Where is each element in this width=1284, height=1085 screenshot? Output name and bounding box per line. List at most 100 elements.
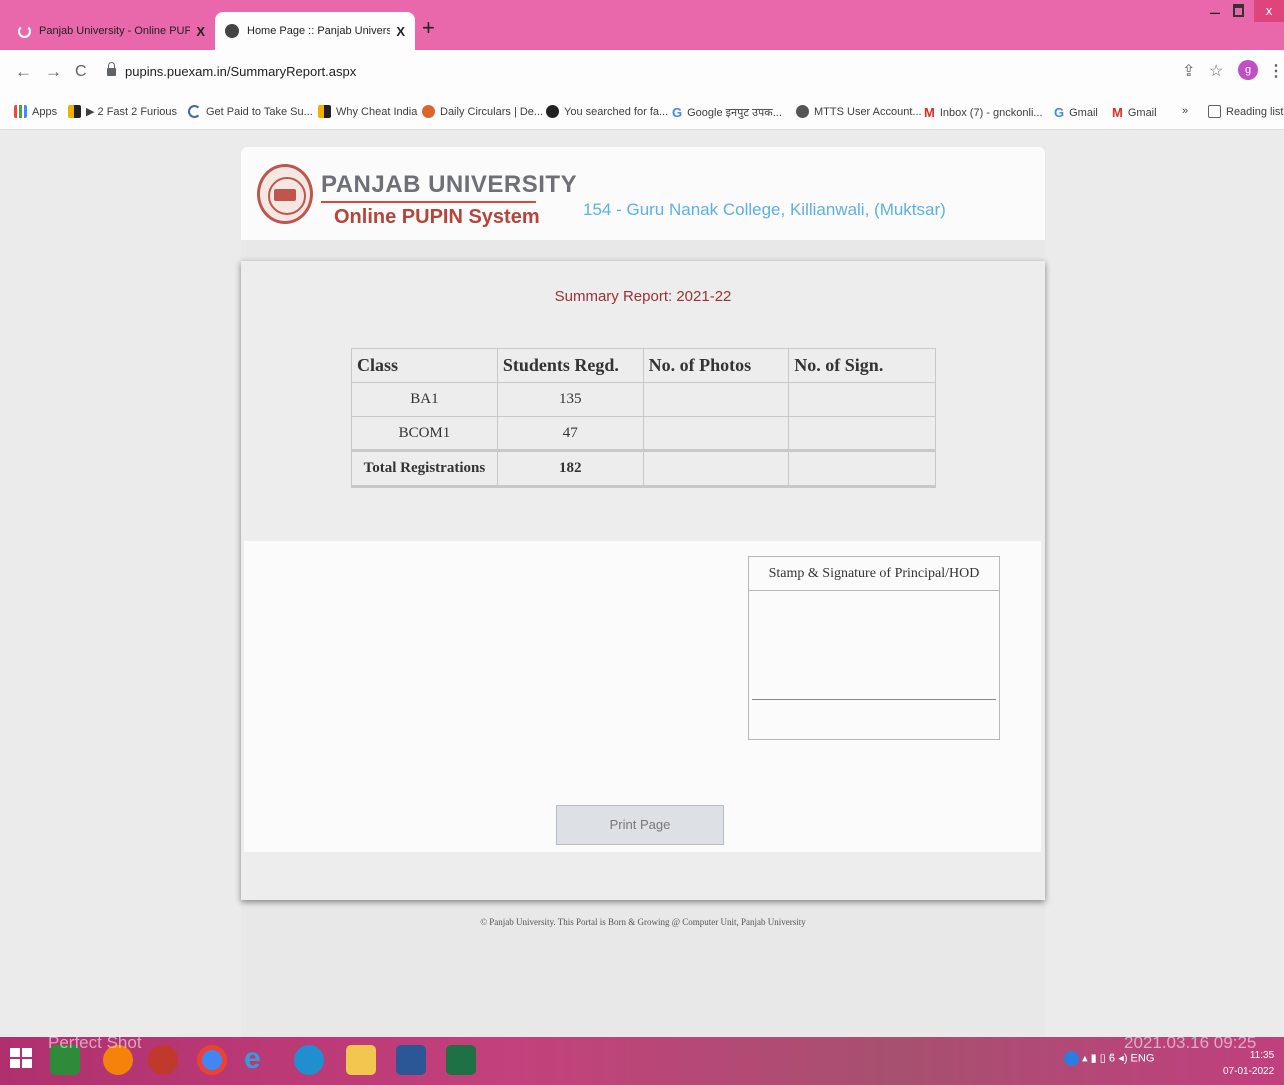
total-students: 182 — [496, 449, 644, 488]
bookmark-get-paid[interactable]: Get Paid to Take Su... — [188, 105, 313, 118]
bookmark-label: Google इनपुट उपक... — [687, 107, 782, 119]
excel-icon[interactable] — [446, 1045, 476, 1075]
help-icon[interactable] — [1064, 1051, 1079, 1066]
total-photos — [642, 449, 790, 488]
cell-students: 47 — [496, 416, 644, 451]
bookmark-gmail-m[interactable]: M Gmail — [1112, 105, 1157, 120]
gmail-icon: M — [1112, 105, 1123, 120]
address-bar-row: ← → C pupins.puexam.in/SummaryReport.asp… — [0, 50, 1284, 96]
bookmark-label: ▶ 2 Fast 2 Furious — [86, 106, 177, 118]
profile-avatar[interactable]: g — [1238, 60, 1258, 80]
close-window-button[interactable]: x — [1254, 0, 1284, 22]
maximize-button[interactable] — [1233, 4, 1244, 17]
download-app-icon[interactable] — [148, 1045, 178, 1075]
bookmark-apps[interactable]: Apps — [14, 105, 57, 118]
globe-icon — [225, 24, 239, 38]
brand-title: PANJAB UNIVERSITY — [321, 171, 578, 198]
google-icon: G — [1054, 105, 1065, 120]
loading-spinner-icon — [18, 24, 31, 38]
bookmark-label: MTTS User Account... — [814, 105, 922, 118]
panjab-university-logo-icon — [257, 164, 313, 224]
table-row: BA1 135 — [351, 382, 936, 417]
forward-button[interactable]: → — [45, 62, 62, 82]
site-icon — [422, 105, 435, 118]
total-row: Total Registrations 182 — [351, 449, 936, 488]
tab-panjab-university[interactable]: Panjab University - Online PUPIN X — [8, 12, 215, 50]
cell-photos — [642, 382, 790, 417]
volume-icon[interactable]: ◂) — [1118, 1052, 1127, 1064]
cell-class: BCOM1 — [351, 416, 498, 451]
bookmark-label: Why Cheat India — [336, 105, 418, 118]
site-header: PANJAB UNIVERSITY Online PUPIN System 15… — [241, 147, 1045, 240]
battery-icon[interactable]: ▯ — [1100, 1052, 1106, 1064]
brand-divider — [321, 201, 536, 203]
column-header-class: Class — [351, 348, 498, 383]
reading-list-icon — [1208, 105, 1221, 118]
system-tray: ▴ ▮ ▯ ϐ ◂) ENG — [1064, 1051, 1154, 1066]
bluetooth-icon[interactable]: ϐ — [1109, 1052, 1115, 1064]
bookmark-label: Gmail — [1127, 106, 1157, 119]
tab-close-icon[interactable]: X — [396, 24, 405, 39]
google-icon: G — [672, 105, 683, 120]
bookmark-gmail-g[interactable]: G Gmail — [1054, 105, 1098, 120]
new-tab-button[interactable]: + — [422, 17, 435, 39]
cell-photos — [642, 416, 790, 451]
signature-section: Stamp & Signature of Principal/HOD Print… — [244, 541, 1041, 852]
bookmark-star-icon[interactable]: ☆ — [1209, 61, 1223, 81]
swagbucks-icon — [188, 105, 201, 118]
url-field[interactable]: pupins.puexam.in/SummaryReport.aspx — [125, 64, 356, 79]
stamp-signature-box: Stamp & Signature of Principal/HOD — [748, 556, 1000, 740]
taskbar-clock[interactable]: 11:35 07-01-2022 — [1223, 1048, 1274, 1080]
gmail-icon: M — [924, 105, 935, 120]
bookmark-2-fast-2-furious[interactable]: ▶ 2 Fast 2 Furious — [68, 105, 177, 118]
cell-students: 135 — [496, 382, 644, 417]
reading-list-label: Reading list — [1226, 105, 1284, 118]
tray-expand-icon[interactable]: ▴ — [1082, 1052, 1088, 1064]
menu-kebab-icon[interactable]: ⋮ — [1268, 61, 1284, 81]
reload-button[interactable]: C — [75, 63, 87, 81]
lock-icon[interactable] — [107, 62, 116, 76]
internet-explorer-icon[interactable]: e — [244, 1044, 274, 1075]
tab-home-page[interactable]: Home Page :: Panjab University - X — [215, 12, 415, 50]
bookmark-google-input[interactable]: G Google इनपुट उपक... — [672, 105, 782, 120]
table-row: BCOM1 47 — [351, 416, 936, 451]
bookmark-why-cheat-india[interactable]: Why Cheat India — [318, 105, 417, 118]
bookmarks-overflow-button[interactable]: » — [1182, 105, 1188, 117]
college-name: 154 - Guru Nanak College, Killianwali, (… — [583, 200, 946, 219]
share-icon[interactable]: ⇪ — [1182, 61, 1195, 81]
column-header-sign: No. of Sign. — [788, 348, 936, 383]
cell-sign — [788, 416, 936, 451]
summary-table: Class Students Regd. No. of Photos No. o… — [351, 348, 936, 488]
bookmark-inbox[interactable]: M Inbox (7) - gnckonli... — [924, 105, 1043, 120]
bookmark-label: Daily Circulars | De... — [440, 105, 544, 118]
bookmark-mtts[interactable]: MTTS User Account... — [796, 105, 922, 118]
clock-time: 11:35 — [1249, 1050, 1275, 1061]
edge-icon[interactable] — [294, 1045, 324, 1075]
site-icon — [546, 105, 559, 118]
perfect-shot-watermark: Perfect Shot — [48, 1033, 142, 1052]
plex-icon — [318, 105, 331, 118]
plex-icon — [68, 105, 81, 118]
language-indicator[interactable]: ENG — [1131, 1052, 1155, 1064]
bookmark-daily-circulars[interactable]: Daily Circulars | De... — [422, 105, 543, 118]
word-icon[interactable] — [396, 1045, 426, 1075]
column-header-students: Students Regd. — [496, 348, 644, 383]
chrome-icon[interactable] — [197, 1045, 227, 1075]
windows-start-icon[interactable] — [8, 1045, 38, 1075]
tab-close-icon[interactable]: X — [196, 24, 205, 39]
reading-list-button[interactable]: Reading list — [1208, 105, 1283, 118]
bookmark-you-searched[interactable]: You searched for fa... — [546, 105, 668, 118]
minimize-button[interactable]: – — [1210, 2, 1220, 23]
bookmark-label: Gmail — [1069, 106, 1098, 119]
bookmark-label: Get Paid to Take Su... — [206, 105, 313, 118]
file-explorer-icon[interactable] — [346, 1045, 376, 1075]
back-button[interactable]: ← — [15, 62, 32, 82]
total-sign — [788, 449, 936, 488]
footer-copyright: © Panjab University. This Portal is Born… — [480, 917, 806, 927]
print-page-button[interactable]: Print Page — [556, 805, 724, 845]
tab-title: Panjab University - Online PUPIN — [39, 25, 191, 37]
signature-line — [752, 699, 996, 700]
network-icon[interactable]: ▮ — [1091, 1052, 1097, 1064]
stamp-label: Stamp & Signature of Principal/HOD — [749, 557, 999, 591]
globe-icon — [796, 105, 809, 118]
